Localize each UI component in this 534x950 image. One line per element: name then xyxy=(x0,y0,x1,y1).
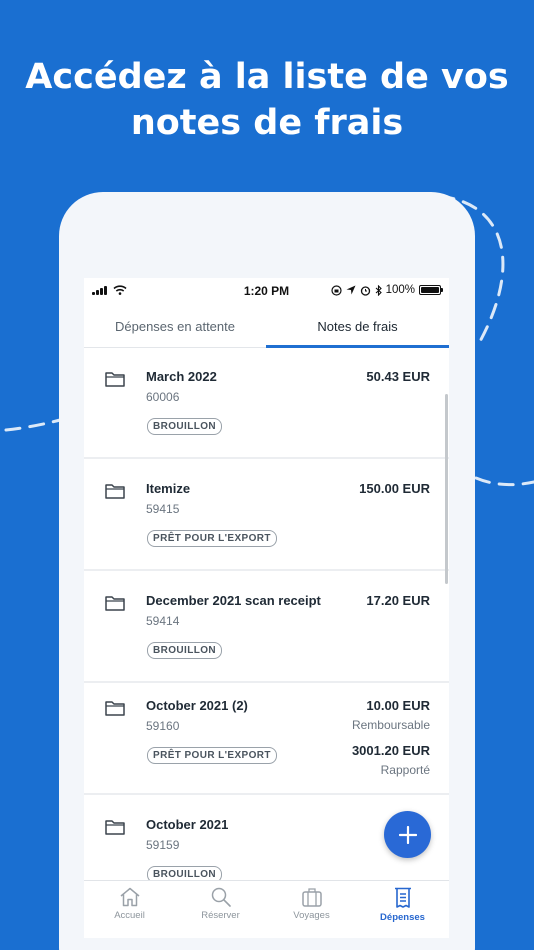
report-title: December 2021 scan receipt xyxy=(146,593,321,608)
nav-book[interactable]: Réserver xyxy=(175,881,266,938)
folder-icon xyxy=(105,484,125,499)
status-badge: PRÊT POUR L'EXPORT xyxy=(147,530,277,547)
report-card[interactable]: March 2022 60006 BROUILLON 50.43 EUR xyxy=(84,349,449,457)
expense-report-list[interactable]: March 2022 60006 BROUILLON 50.43 EUR Ite… xyxy=(84,349,449,880)
status-badge: BROUILLON xyxy=(147,866,223,880)
report-id: 59414 xyxy=(146,614,180,628)
alarm-icon xyxy=(360,285,370,296)
battery-icon xyxy=(419,285,443,295)
report-id: 60006 xyxy=(146,390,180,404)
report-title: March 2022 xyxy=(146,369,217,384)
battery-percent: 100% xyxy=(385,284,415,296)
report-card[interactable]: Itemize 59415 PRÊT POUR L'EXPORT 150.00 … xyxy=(84,459,449,569)
location-icon xyxy=(346,285,356,295)
report-card[interactable]: December 2021 scan receipt 59414 BROUILL… xyxy=(84,571,449,681)
receipt-icon xyxy=(394,887,411,908)
status-bar: 1:20 PM 100% xyxy=(84,278,449,304)
report-title: October 2021 (2) xyxy=(146,698,248,713)
status-badge: PRÊT POUR L'EXPORT xyxy=(147,747,277,764)
report-id: 59159 xyxy=(146,838,180,852)
report-title: Itemize xyxy=(146,481,191,496)
report-id: 59160 xyxy=(146,719,180,733)
search-icon xyxy=(211,887,231,907)
report-id: 59415 xyxy=(146,502,180,516)
status-badge: BROUILLON xyxy=(147,642,223,659)
add-report-button[interactable] xyxy=(384,811,431,858)
tab-pending-expenses[interactable]: Dépenses en attente xyxy=(84,304,266,348)
suitcase-icon xyxy=(301,888,322,907)
bottom-navigation: Accueil Réserver Voyages Dépenses xyxy=(84,880,449,938)
folder-icon xyxy=(105,596,125,611)
folder-icon xyxy=(105,820,125,835)
report-amount-secondary: 3001.20 EUR xyxy=(351,743,430,758)
tab-bar-top: Dépenses en attente Notes de frais xyxy=(84,304,449,348)
report-card[interactable]: October 2021 (2) 59160 PRÊT POUR L'EXPOR… xyxy=(84,683,449,793)
folder-icon xyxy=(105,372,125,387)
active-tab-indicator xyxy=(266,345,449,348)
report-amount-type: Remboursable xyxy=(351,718,430,732)
bluetooth-icon xyxy=(375,284,382,296)
nav-home-label: Accueil xyxy=(114,910,145,921)
report-amount: 10.00 EUR xyxy=(366,698,430,713)
screen-lock-icon xyxy=(330,284,342,296)
folder-icon xyxy=(105,701,125,716)
status-badge: BROUILLON xyxy=(147,418,223,435)
nav-expenses-label: Dépenses xyxy=(380,912,425,923)
tab-expense-reports[interactable]: Notes de frais xyxy=(266,304,449,348)
plus-icon xyxy=(398,825,417,844)
nav-trips-label: Voyages xyxy=(293,910,330,921)
report-amount: 150.00 EUR xyxy=(359,481,430,496)
report-amount-secondary-type: Rapporté xyxy=(380,763,430,777)
home-icon xyxy=(120,887,139,907)
report-title: October 2021 xyxy=(146,817,229,832)
nav-trips[interactable]: Voyages xyxy=(266,881,357,938)
report-amount: 50.43 EUR xyxy=(366,369,430,384)
nav-book-label: Réserver xyxy=(201,910,240,921)
app-screen: 1:20 PM 100% Dépenses en attente Notes d… xyxy=(84,278,449,938)
nav-expenses[interactable]: Dépenses xyxy=(357,881,448,938)
nav-home[interactable]: Accueil xyxy=(84,881,175,938)
scrollbar[interactable] xyxy=(445,394,448,584)
report-amount: 17.20 EUR xyxy=(366,593,430,608)
